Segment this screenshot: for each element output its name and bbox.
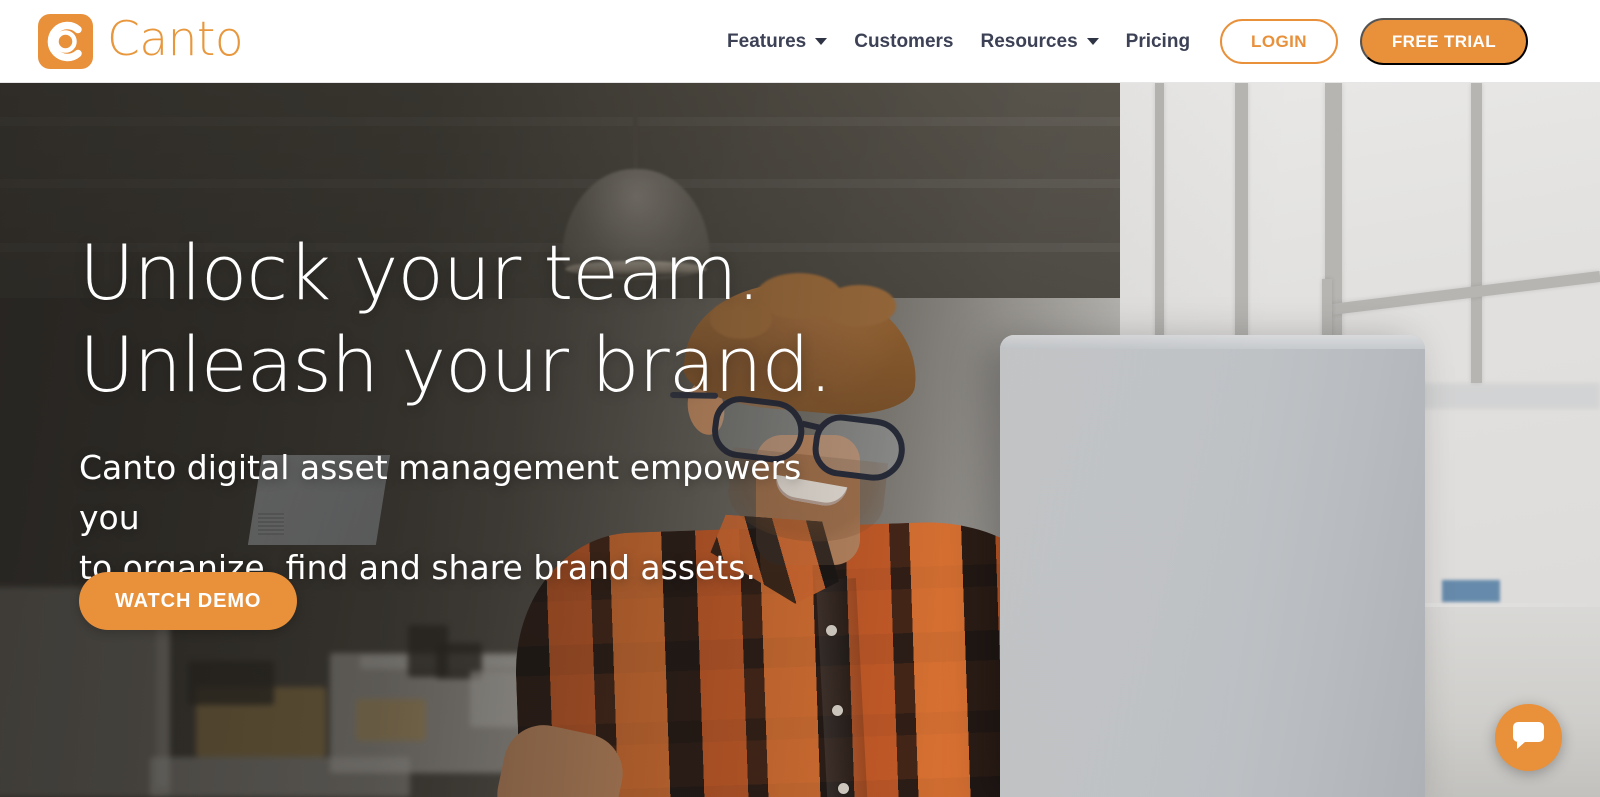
hero-subtitle: Canto digital asset management empowers …: [79, 448, 802, 587]
canto-c-mark-icon: [38, 14, 93, 69]
chat-widget-button[interactable]: [1495, 704, 1562, 771]
site-header: Canto Features Customers Resources Prici…: [0, 0, 1600, 83]
nav-item-label: Pricing: [1125, 30, 1191, 52]
chevron-down-icon: [815, 38, 828, 45]
free-trial-button[interactable]: FREE TRIAL: [1359, 18, 1528, 65]
logo-wordmark: Canto: [107, 12, 244, 67]
nav-item-customers[interactable]: Customers: [854, 31, 953, 53]
nav-item-pricing[interactable]: Pricing: [1126, 31, 1190, 53]
chat-bubble-icon: [1512, 720, 1545, 756]
nav-item-label: Customers: [854, 30, 954, 52]
nav-item-label: Features: [727, 30, 807, 52]
primary-navigation: Features Customers Resources Pricing LOG…: [727, 0, 1528, 83]
nav-item-label: Resources: [980, 30, 1078, 52]
watch-demo-button[interactable]: WATCH DEMO: [79, 572, 298, 630]
chevron-down-icon: [1086, 38, 1099, 45]
logo-link[interactable]: Canto: [38, 12, 244, 69]
login-button[interactable]: LOGIN: [1220, 19, 1338, 64]
nav-item-resources[interactable]: Resources: [980, 30, 1099, 53]
nav-item-features[interactable]: Features: [727, 30, 828, 53]
page-title: Unlock your team. Unleash your brand.: [79, 228, 833, 409]
hero-content: Unlock your team. Unleash your brand. Ca…: [79, 83, 919, 797]
hero-section: Unlock your team. Unleash your brand. Ca…: [0, 83, 1600, 797]
